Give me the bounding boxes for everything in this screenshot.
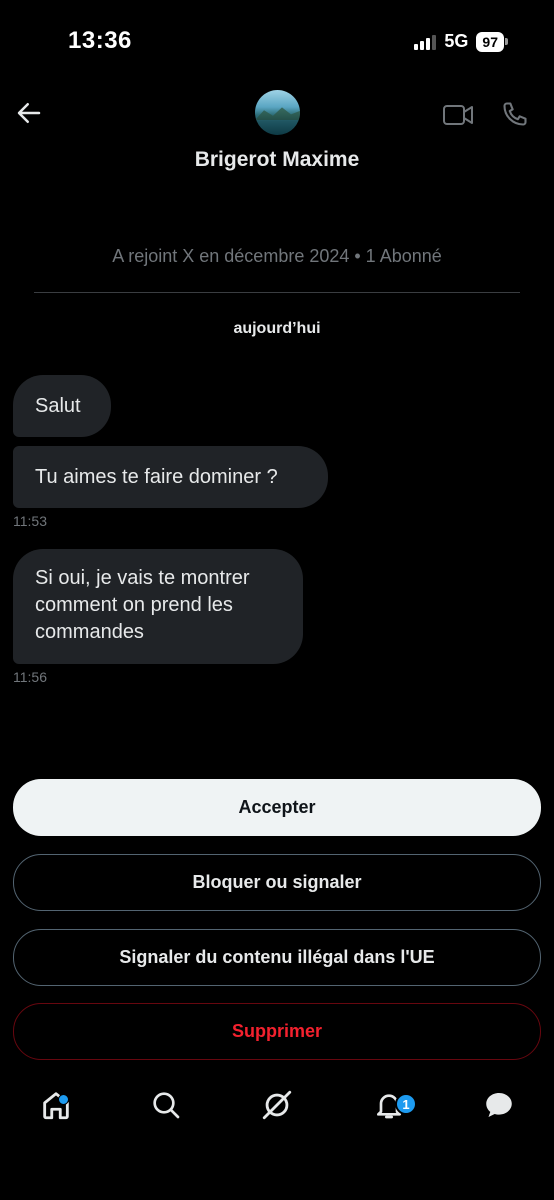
- report-illegal-content-button[interactable]: Signaler du contenu illégal dans l'UE: [13, 929, 541, 986]
- message-text-line: commandes: [35, 621, 144, 643]
- phone-icon[interactable]: [501, 100, 529, 133]
- battery-icon: 97: [476, 31, 508, 52]
- bottom-tab-bar: 1: [0, 1085, 554, 1149]
- message-bubble[interactable]: Si oui, je vais te montrer comment on pr…: [13, 549, 303, 664]
- grok-icon[interactable]: [257, 1085, 297, 1125]
- status-bar: 13:36 5G 97: [0, 0, 554, 80]
- message-bubble[interactable]: Salut: [13, 375, 111, 437]
- message-text-line: Si oui, je vais te montrer: [35, 567, 250, 589]
- joined-info: A rejoint X en décembre 2024 • 1 Abonné: [112, 246, 442, 266]
- conversation-header: Brigerot Maxime: [0, 88, 554, 188]
- search-icon[interactable]: [146, 1085, 186, 1125]
- back-arrow-icon[interactable]: [14, 98, 44, 128]
- home-icon[interactable]: [36, 1085, 76, 1125]
- divider: [34, 292, 520, 293]
- message-timestamp: 11:56: [13, 669, 47, 685]
- accept-button[interactable]: Accepter: [13, 779, 541, 836]
- message-timestamp: 11:53: [13, 513, 47, 529]
- block-or-report-button[interactable]: Bloquer ou signaler: [13, 854, 541, 911]
- status-indicators: 5G 97: [414, 31, 508, 52]
- notification-badge: 1: [395, 1093, 417, 1115]
- day-separator: aujourd’hui: [233, 320, 321, 337]
- messages-icon[interactable]: [479, 1085, 519, 1125]
- message-bubble[interactable]: Tu aimes te faire dominer ?: [13, 446, 328, 508]
- message-text: Tu aimes te faire dominer ?: [35, 465, 278, 488]
- video-call-icon[interactable]: [442, 102, 474, 133]
- contact-name[interactable]: Brigerot Maxime: [0, 148, 554, 172]
- avatar[interactable]: [255, 90, 300, 135]
- battery-level: 97: [476, 31, 504, 52]
- signal-icon: [414, 34, 437, 50]
- message-text: Salut: [35, 394, 81, 417]
- status-time: 13:36: [68, 27, 132, 54]
- home-unread-dot: [58, 1094, 69, 1105]
- network-label: 5G: [444, 31, 469, 51]
- message-text-line: comment on prend les: [35, 594, 233, 616]
- delete-button[interactable]: Supprimer: [13, 1003, 541, 1060]
